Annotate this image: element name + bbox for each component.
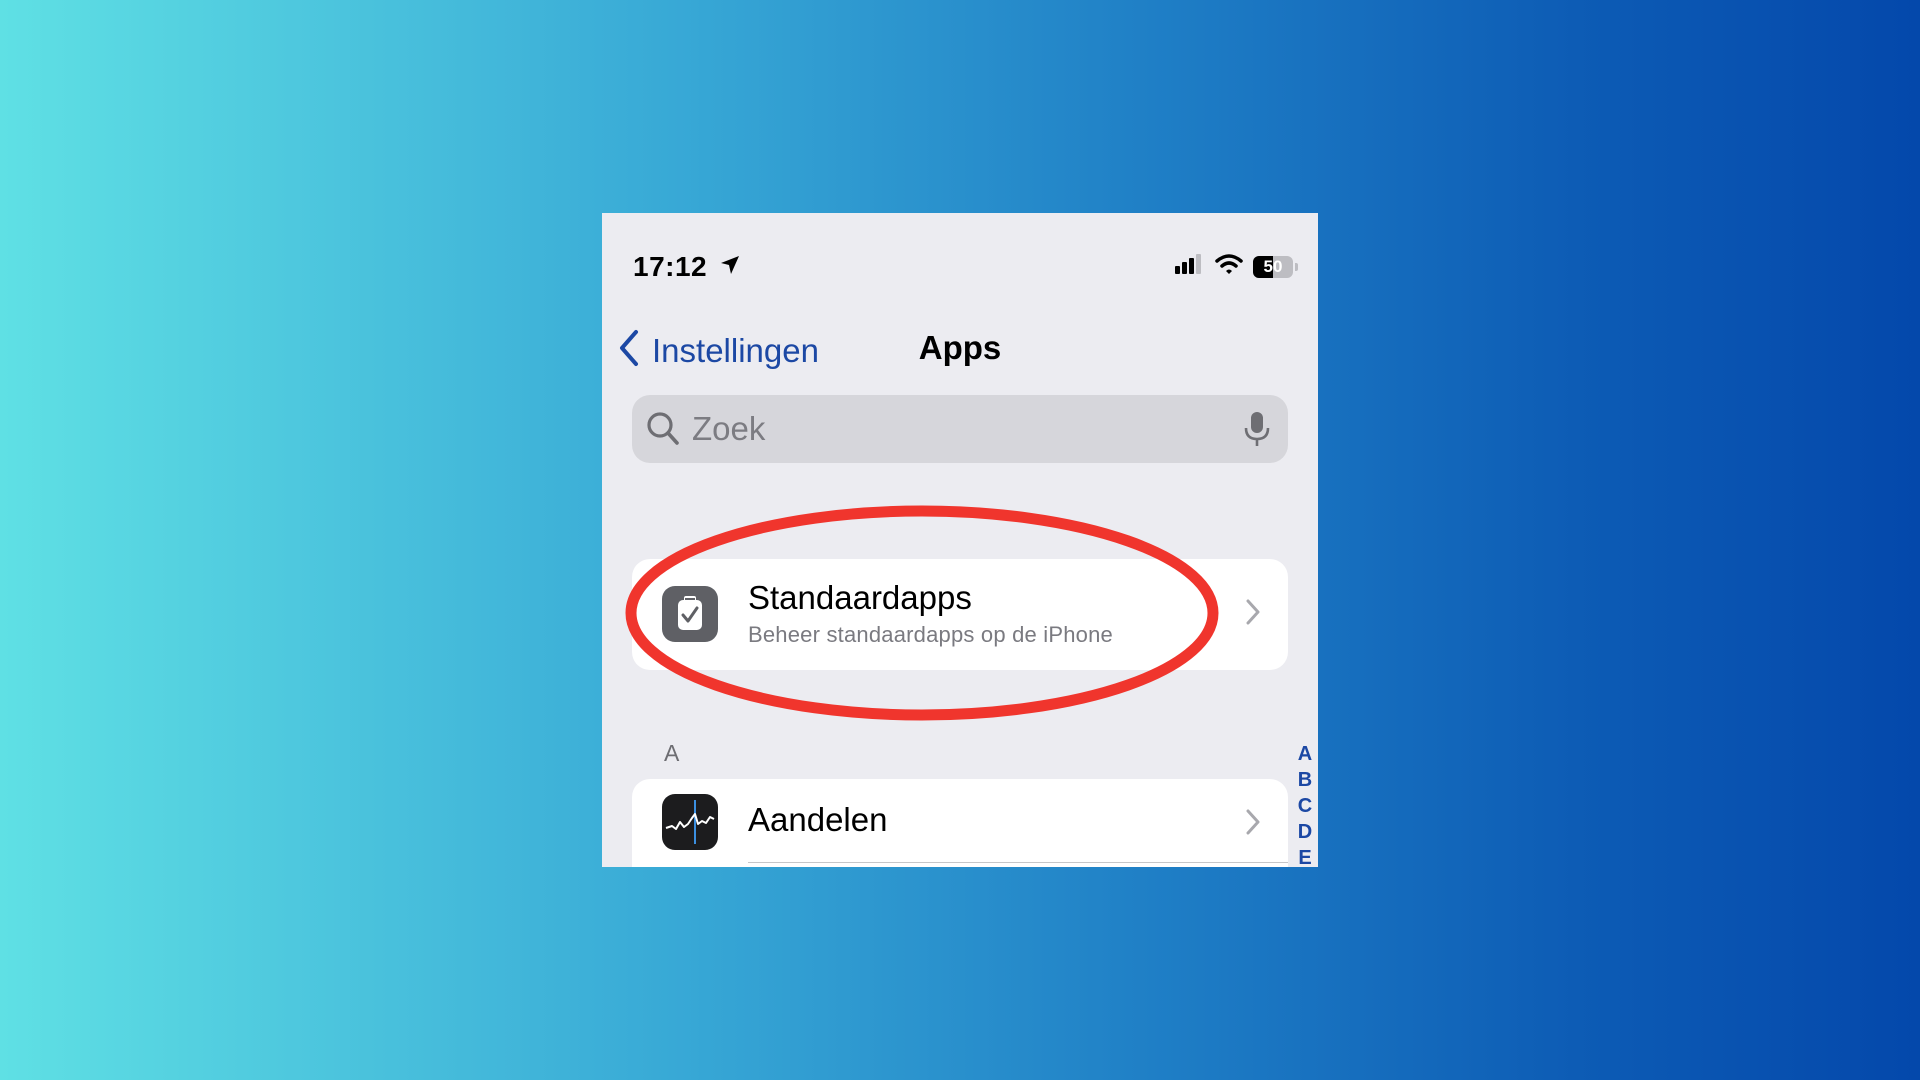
default-apps-title: Standaardapps: [748, 579, 972, 616]
highlight-ellipse: [625, 505, 1219, 721]
index-letter-a[interactable]: A: [1298, 741, 1312, 767]
default-apps-card: Standaardapps Beheer standaardapps op de…: [632, 559, 1288, 670]
microphone-icon[interactable]: [1244, 410, 1270, 453]
apps-list-card: Aandelen: [632, 779, 1288, 867]
list-item-label: Aandelen: [748, 801, 888, 838]
section-header-a: A: [664, 740, 680, 766]
battery-level: 50: [1263, 256, 1283, 276]
cellular-signal-icon: [1175, 254, 1205, 279]
default-apps-subtitle: Beheer standaardapps op de iPhone: [748, 622, 1113, 647]
chevron-right-icon: [1246, 809, 1260, 840]
default-apps-row[interactable]: Standaardapps Beheer standaardapps op de…: [632, 559, 1288, 670]
phone-screen: 17:12 50 Apps Instellingen Zoek Standaar…: [602, 213, 1318, 867]
back-button[interactable]: Instellingen: [618, 329, 819, 372]
search-bar[interactable]: [632, 395, 1288, 463]
search-icon: [646, 411, 680, 452]
location-arrow-icon: [719, 251, 741, 283]
status-time: 17:12: [633, 249, 741, 283]
index-letter-e[interactable]: E: [1298, 845, 1311, 867]
stocks-icon: [662, 794, 718, 850]
chevron-left-icon: [618, 329, 640, 372]
status-indicators: 50: [1175, 253, 1298, 280]
index-letter-d[interactable]: D: [1298, 819, 1312, 845]
battery-icon: 50: [1253, 255, 1293, 278]
wifi-icon: [1215, 253, 1243, 280]
battery-cap: [1295, 262, 1298, 271]
list-item-aandelen[interactable]: Aandelen: [632, 779, 1288, 867]
status-time-label: 17:12: [633, 250, 708, 282]
back-button-label: Instellingen: [652, 331, 819, 369]
section-index-bar[interactable]: ABCDE: [1296, 741, 1314, 867]
index-letter-c[interactable]: C: [1298, 793, 1312, 819]
default-apps-icon: [662, 586, 718, 642]
row-divider: [748, 862, 1288, 863]
chevron-right-icon: [1246, 599, 1260, 630]
search-input[interactable]: [692, 405, 1212, 453]
index-letter-b[interactable]: B: [1298, 767, 1312, 793]
